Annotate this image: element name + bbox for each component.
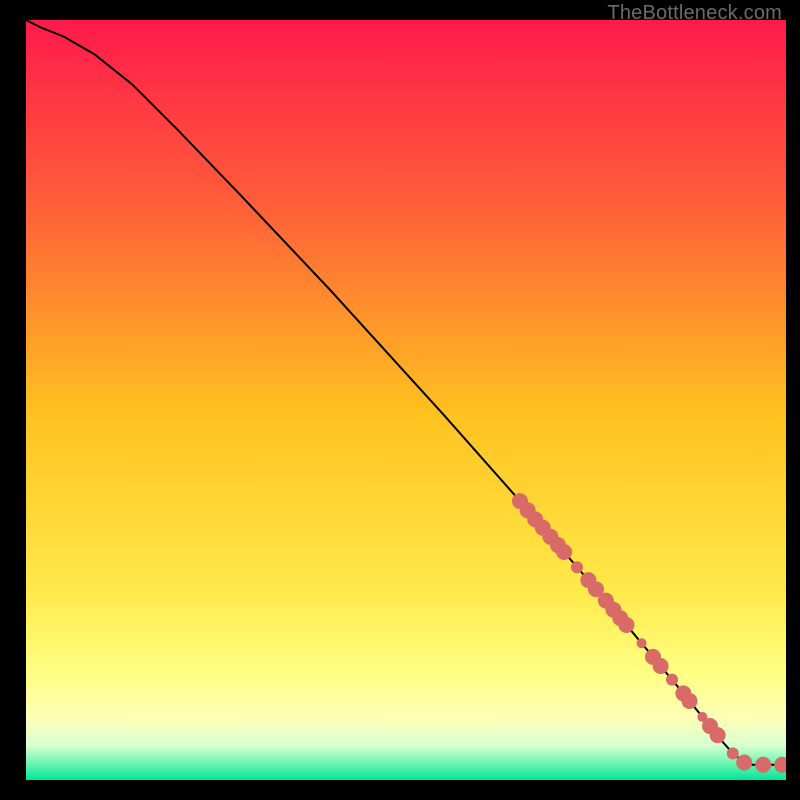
marker-point (736, 755, 752, 771)
marker-point (618, 617, 634, 633)
chart-svg (26, 20, 786, 780)
marker-point (727, 747, 739, 759)
marker-point (571, 561, 583, 573)
marker-point (681, 693, 697, 709)
marker-point (637, 638, 647, 648)
marker-point (653, 658, 669, 674)
marker-point (710, 727, 726, 743)
marker-point (666, 674, 678, 686)
plot-area (26, 20, 786, 780)
gradient-background (26, 20, 786, 780)
marker-point (556, 544, 572, 560)
chart-frame: { "watermark": "TheBottleneck.com", "col… (0, 0, 800, 800)
marker-point (755, 757, 771, 773)
